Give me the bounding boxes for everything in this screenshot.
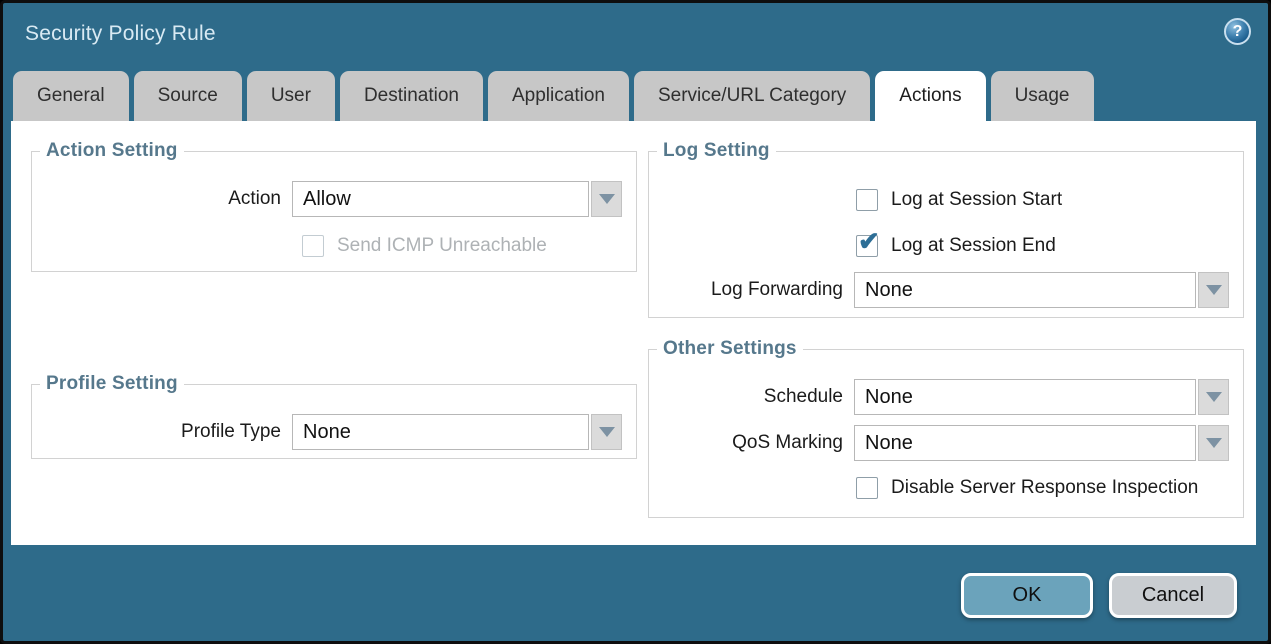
dialog-title: Security Policy Rule xyxy=(25,22,216,46)
tab-bar: General Source User Destination Applicat… xyxy=(13,71,1094,121)
profile-type-dropdown[interactable]: None xyxy=(292,414,622,450)
log-forwarding-dropdown[interactable]: None xyxy=(854,272,1229,308)
log-forwarding-label: Log Forwarding xyxy=(649,279,854,301)
profile-type-label: Profile Type xyxy=(32,421,292,443)
action-dropdown-value[interactable]: Allow xyxy=(292,181,589,217)
action-dropdown[interactable]: Allow xyxy=(292,181,622,217)
log-forwarding-dropdown-value[interactable]: None xyxy=(854,272,1196,308)
qos-marking-label: QoS Marking xyxy=(649,432,854,454)
other-settings-group: Other Settings Schedule None QoS Marking… xyxy=(648,338,1244,518)
profile-type-dropdown-button[interactable] xyxy=(591,414,622,450)
checkmark-icon: ✔ xyxy=(858,228,880,254)
log-at-session-end-label: Log at Session End xyxy=(878,235,1056,257)
tab-destination[interactable]: Destination xyxy=(340,71,483,121)
profile-type-dropdown-value[interactable]: None xyxy=(292,414,589,450)
tab-application[interactable]: Application xyxy=(488,71,629,121)
disable-server-response-inspection-checkbox[interactable] xyxy=(856,477,878,499)
profile-setting-legend: Profile Setting xyxy=(40,373,184,395)
dialog-footer: OK Cancel xyxy=(961,573,1237,618)
log-at-session-start-label: Log at Session Start xyxy=(878,189,1062,211)
action-dropdown-button[interactable] xyxy=(591,181,622,217)
action-setting-legend: Action Setting xyxy=(40,140,184,162)
chevron-down-icon xyxy=(1206,438,1222,448)
security-policy-rule-dialog: Security Policy Rule ? General Source Us… xyxy=(0,0,1271,644)
qos-marking-dropdown-button[interactable] xyxy=(1198,425,1229,461)
tab-actions[interactable]: Actions xyxy=(875,71,985,121)
chevron-down-icon xyxy=(599,194,615,204)
tab-user[interactable]: User xyxy=(247,71,335,121)
tab-usage[interactable]: Usage xyxy=(991,71,1094,121)
titlebar: Security Policy Rule ? xyxy=(3,3,1268,67)
chevron-down-icon xyxy=(1206,285,1222,295)
action-setting-group: Action Setting Action Allow Send ICMP Un… xyxy=(31,140,637,272)
other-settings-legend: Other Settings xyxy=(657,338,803,360)
ok-button[interactable]: OK xyxy=(961,573,1093,618)
tab-source[interactable]: Source xyxy=(134,71,242,121)
schedule-label: Schedule xyxy=(649,386,854,408)
send-icmp-unreachable-label: Send ICMP Unreachable xyxy=(324,235,547,257)
cancel-button[interactable]: Cancel xyxy=(1109,573,1237,618)
qos-marking-dropdown[interactable]: None xyxy=(854,425,1229,461)
log-setting-group: Log Setting Log at Session Start ✔ Log a… xyxy=(648,140,1244,318)
schedule-dropdown[interactable]: None xyxy=(854,379,1229,415)
log-at-session-end-checkbox[interactable]: ✔ xyxy=(856,235,878,257)
schedule-dropdown-button[interactable] xyxy=(1198,379,1229,415)
log-forwarding-dropdown-button[interactable] xyxy=(1198,272,1229,308)
send-icmp-unreachable-checkbox xyxy=(302,235,324,257)
log-setting-legend: Log Setting xyxy=(657,140,776,162)
log-at-session-start-checkbox[interactable] xyxy=(856,189,878,211)
chevron-down-icon xyxy=(599,427,615,437)
disable-server-response-inspection-label: Disable Server Response Inspection xyxy=(878,477,1198,499)
tab-service-url-category[interactable]: Service/URL Category xyxy=(634,71,870,121)
schedule-dropdown-value[interactable]: None xyxy=(854,379,1196,415)
help-icon[interactable]: ? xyxy=(1224,18,1251,45)
action-label: Action xyxy=(32,188,292,210)
tab-general[interactable]: General xyxy=(13,71,129,121)
profile-setting-group: Profile Setting Profile Type None xyxy=(31,373,637,459)
tab-content-actions: Action Setting Action Allow Send ICMP Un… xyxy=(11,121,1256,545)
chevron-down-icon xyxy=(1206,392,1222,402)
qos-marking-dropdown-value[interactable]: None xyxy=(854,425,1196,461)
